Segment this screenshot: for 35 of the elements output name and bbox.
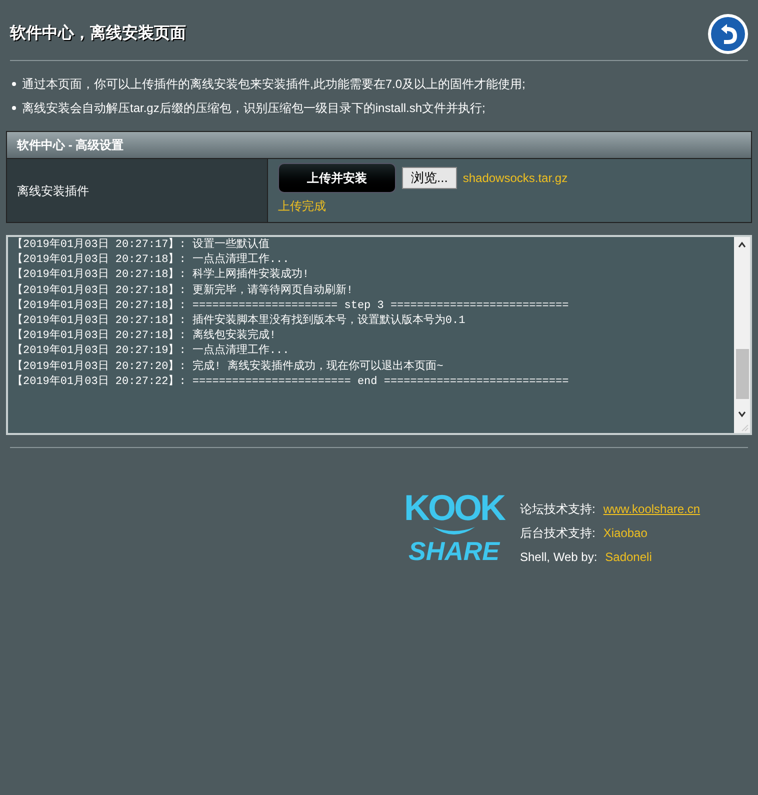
log-line: 【2019年01月03日 20:27:22】: ======================== end ============================ — [12, 374, 569, 390]
logo-text: KOOK — [404, 490, 504, 526]
log-line: 【2019年01月03日 20:27:18】: 离线包安装完成! — [12, 329, 276, 344]
credit-link[interactable]: www.koolshare.cn — [603, 500, 700, 518]
credit-label: 论坛技术支持: — [520, 501, 596, 518]
scroll-thumb[interactable] — [736, 349, 748, 399]
credit-name: Xiaobao — [603, 525, 648, 542]
scrollbar[interactable] — [734, 237, 750, 433]
row-label: 离线安装插件 — [17, 182, 89, 200]
log-line: 【2019年01月03日 20:27:18】: 更新完毕，请等待网页自动刷新! — [12, 284, 354, 298]
logo-text: SHARE — [408, 538, 500, 564]
credit-name: Sadoneli — [605, 549, 652, 566]
log-line: 【2019年01月03日 20:27:18】: ====================== step 3 =========================== — [12, 298, 569, 314]
log-line: 【2019年01月03日 20:27:18】: 一点点清理工作... — [12, 253, 290, 268]
log-line: 【2019年01月03日 20:27:19】: 一点点清理工作... — [12, 344, 290, 360]
panel-header: 软件中心 - 高级设置 — [7, 132, 751, 159]
resize-grip-icon[interactable] — [741, 424, 749, 432]
scroll-up-icon[interactable] — [737, 240, 747, 250]
file-name: shadowsocks.tar.gz — [462, 170, 568, 187]
log-line: 【2019年01月03日 20:27:18】: 插件安装脚本里没有找到版本号，设置默认版本号为0.1 — [12, 314, 466, 328]
upload-status: 上传完成 — [278, 198, 326, 215]
bullet-icon — [12, 82, 16, 86]
log-line: 【2019年01月03日 20:27:18】: 科学上网插件安装成功! — [12, 268, 310, 284]
bullet-icon — [12, 106, 16, 110]
upload-install-button[interactable]: 上传并安装 — [278, 163, 396, 193]
log-line: 【2019年01月03日 20:27:17】: 设置一些默认值 — [12, 238, 270, 252]
page-title: 软件中心，离线安装页面 — [10, 23, 186, 44]
credit-label: Shell, Web by: — [520, 549, 598, 566]
note-text: 离线安装会自动解压tar.gz后缀的压缩包，识别压缩包一级目录下的install.sh文件并执行; — [22, 100, 486, 117]
log-line: 【2019年01月03日 20:27:20】: 完成! 离线安装插件成功，现在你可以退出本页面~ — [12, 360, 444, 374]
scroll-down-icon[interactable] — [737, 409, 747, 419]
credit-label: 后台技术支持: — [520, 525, 596, 542]
back-button[interactable] — [708, 14, 748, 54]
browse-button[interactable]: 浏览... — [402, 167, 457, 189]
note-text: 通过本页面，你可以上传插件的离线安装包来安装插件,此功能需要在7.0及以上的固件才能使用; — [22, 76, 526, 93]
